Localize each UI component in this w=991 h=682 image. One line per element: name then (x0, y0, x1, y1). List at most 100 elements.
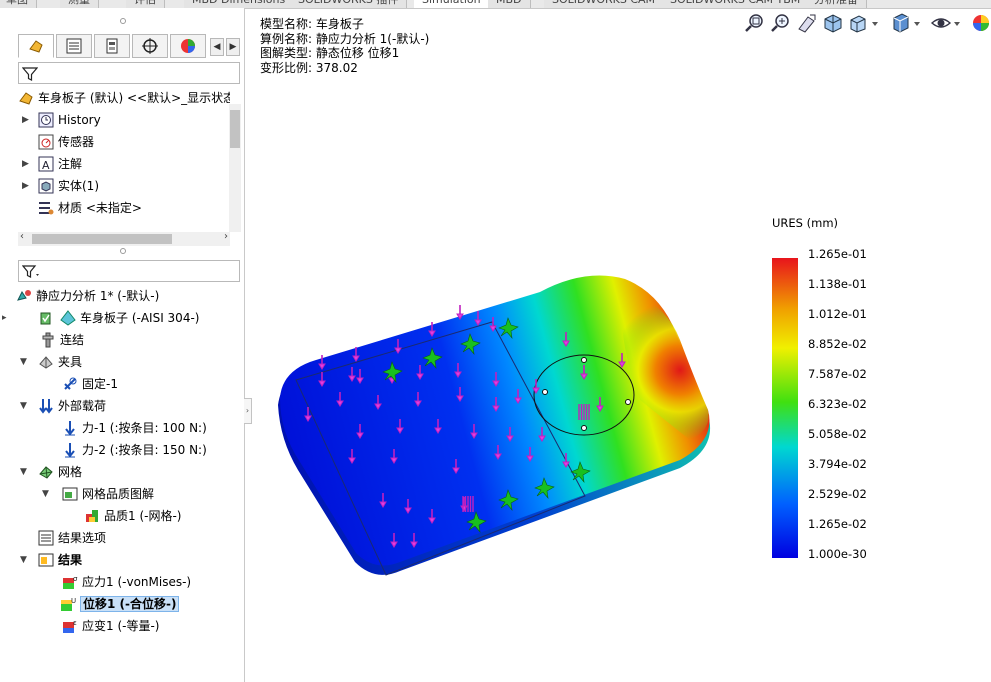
feature-tree-horizontal-scrollbar[interactable]: ‹ › (18, 231, 230, 246)
sim-tree-external-loads[interactable]: 外部载荷 (38, 396, 106, 416)
command-tab[interactable]: Simulation (414, 0, 490, 8)
splitter-grip[interactable] (120, 18, 126, 24)
configuration-manager-tab[interactable] (94, 34, 130, 58)
sim-tree-part[interactable]: 车身板子 (-AISI 304-) (40, 308, 199, 328)
legend-label: 1.000e-30 (808, 547, 867, 561)
view-orientation-icon[interactable] (848, 12, 870, 34)
appearance-icon[interactable] (970, 12, 991, 34)
tree-item-label: 材质 <未指定> (58, 201, 142, 215)
command-tab[interactable]: SOLIDWORKS CAM (544, 0, 665, 8)
tree-item-annotations[interactable]: A 注解 (38, 154, 82, 174)
sim-tree-results[interactable]: 结果 (38, 550, 82, 570)
tree-item-label: History (58, 113, 101, 127)
sim-tree-result-options[interactable]: 结果选项 (38, 528, 106, 548)
scroll-left-icon[interactable]: ‹ (20, 231, 24, 242)
tab-scroll-left-button[interactable]: ◀ (210, 38, 224, 56)
scroll-thumb[interactable] (230, 110, 240, 148)
tab-scroll-right-button[interactable]: ▶ (226, 38, 240, 56)
expand-arrow-icon[interactable]: ▶ (22, 110, 29, 130)
collapse-arrow-icon[interactable]: ▼ (42, 484, 49, 504)
svg-text:U: U (71, 597, 76, 605)
splitter-grip[interactable] (120, 248, 126, 254)
feature-tree-vertical-scrollbar[interactable] (229, 104, 241, 232)
mesh-icon (39, 465, 53, 479)
legend-label: 7.587e-02 (808, 367, 867, 381)
chevron-down-icon[interactable] (870, 12, 880, 34)
tree-item-label: 注解 (58, 157, 83, 171)
chevron-down-icon[interactable] (952, 12, 962, 34)
command-tab[interactable]: SOLIDWORKS CAM TBM (662, 0, 810, 8)
collapse-arrow-icon[interactable]: ▸ (2, 308, 7, 328)
hide-show-icon[interactable] (930, 12, 952, 34)
command-tab[interactable]: 分析准备 (806, 0, 867, 8)
sim-tree-force-2[interactable]: 力-2 (:按条目: 150 N:) (62, 440, 207, 460)
tree-item-history[interactable]: History (38, 110, 101, 130)
property-manager-tab[interactable] (56, 34, 92, 58)
property-manager-icon (66, 38, 82, 54)
tree-item-label: 传感器 (58, 135, 95, 149)
simulation-study[interactable]: 静应力分析 1* (-默认-) (16, 286, 159, 306)
feature-filter-input[interactable] (18, 62, 240, 84)
zoom-to-fit-icon[interactable] (744, 12, 766, 34)
sim-tree-label: 车身板子 (-AISI 304-) (80, 311, 200, 325)
command-tab[interactable]: MBD (488, 0, 531, 8)
tree-item-solid-bodies[interactable]: 实体(1) (38, 176, 99, 196)
sim-tree-label: 连结 (60, 333, 85, 347)
sim-tree-stress-1[interactable]: σ 应力1 (-vonMises-) (62, 572, 191, 592)
tree-item-material[interactable]: 材质 <未指定> (38, 198, 142, 218)
zoom-area-icon[interactable] (770, 12, 792, 34)
tree-item-sensors[interactable]: 传感器 (38, 132, 94, 152)
collapse-arrow-icon[interactable]: ▼ (20, 550, 27, 570)
sim-tree-label: 固定-1 (82, 377, 118, 391)
sim-tree-force-1[interactable]: 力-1 (:按条目: 100 N:) (62, 418, 207, 438)
dimxpert-tab[interactable] (132, 34, 168, 58)
sim-tree-mesh-quality-plot[interactable]: 网格品质图解 (62, 484, 154, 504)
legend-label: 1.012e-01 (808, 307, 867, 321)
previous-view-icon[interactable] (796, 12, 818, 34)
sim-tree-mesh[interactable]: 网格 (38, 462, 82, 482)
sim-tree-strain-1[interactable]: ε 应变1 (-等量-) (62, 616, 159, 636)
section-view-icon[interactable] (822, 12, 844, 34)
sim-tree-quality-1[interactable]: 品质1 (-网格-) (84, 506, 181, 526)
sim-tree-displacement-1[interactable]: U 位移1 (-合位移-) (60, 594, 180, 614)
command-tab[interactable]: 草图 (0, 0, 37, 8)
feature-tree-root[interactable]: 车身板子 (默认) <<默认>_显示状态 (18, 88, 230, 108)
display-style-icon[interactable] (890, 12, 912, 34)
sim-tree-label: 力-1 (:按条目: 100 N:) (82, 421, 207, 435)
feature-manager-icon (29, 40, 43, 53)
manager-tabs: ◀ ▶ (18, 34, 242, 58)
expand-arrow-icon[interactable]: ▶ (22, 176, 29, 196)
configuration-icon (106, 38, 118, 54)
chevron-down-icon[interactable] (912, 12, 922, 34)
graphics-area[interactable] (250, 40, 770, 600)
scroll-right-icon[interactable]: › (224, 231, 228, 242)
collapse-arrow-icon[interactable]: ▼ (20, 462, 27, 482)
sim-tree-label: 应变1 (-等量-) (82, 619, 160, 633)
sim-tree-fixed-1[interactable]: 固定-1 (62, 374, 118, 394)
tree-item-label: 实体(1) (58, 179, 99, 193)
simulation-filter-input[interactable] (18, 260, 240, 282)
scroll-thumb[interactable] (32, 234, 172, 244)
sim-tree-label: 力-2 (:按条目: 150 N:) (82, 443, 207, 457)
command-tab[interactable]: MBD Dimensions (184, 0, 295, 8)
hole (542, 389, 548, 395)
filter-dropdown-icon (22, 265, 39, 278)
command-tab[interactable]: SOLIDWORKS 插件 (290, 0, 408, 8)
sim-tree-fixtures[interactable]: 夹具 (38, 352, 82, 372)
expand-arrow-icon[interactable]: ▶ (22, 154, 29, 174)
sim-tree-connections[interactable]: 连结 (40, 330, 84, 350)
legend-color-bar (772, 258, 798, 558)
model-name-text: 模型名称: 车身板子 (260, 17, 364, 31)
command-tab[interactable]: 评估 (126, 0, 165, 8)
command-tab[interactable]: 测量 (60, 0, 99, 8)
collapse-arrow-icon[interactable]: ▼ (20, 352, 27, 372)
svg-text:ε: ε (73, 619, 77, 627)
collapse-arrow-icon[interactable]: ▼ (20, 396, 27, 416)
svg-text:σ: σ (73, 575, 78, 583)
sim-tree-label: 结果选项 (58, 531, 107, 545)
feature-manager-tab[interactable] (18, 34, 54, 58)
hole (625, 399, 631, 405)
legend-label: 3.794e-02 (808, 457, 867, 471)
display-manager-tab[interactable] (170, 34, 206, 58)
sim-tree-label: 外部载荷 (58, 399, 107, 413)
